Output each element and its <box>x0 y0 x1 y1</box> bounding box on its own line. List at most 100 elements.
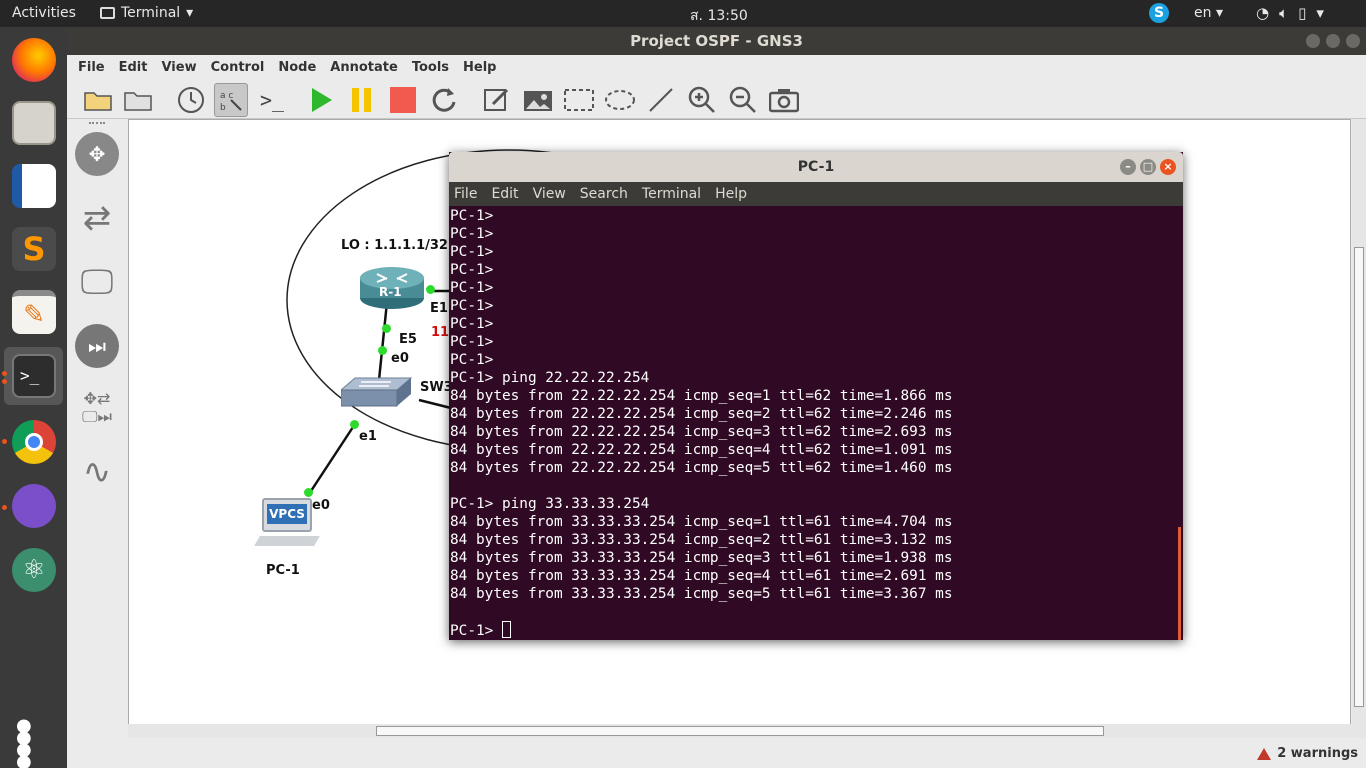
menu-help[interactable]: Help <box>715 186 747 202</box>
close-button[interactable]: × <box>1160 159 1176 175</box>
running-indicator <box>2 371 7 376</box>
volume-icon: 🔈︎ <box>1279 4 1289 22</box>
menu-tools[interactable]: Tools <box>412 60 449 75</box>
text-editor-icon: ✎ <box>12 290 56 334</box>
link-r1-sw3 <box>377 301 389 381</box>
zoom-out-icon[interactable] <box>726 83 760 117</box>
terminal-titlebar[interactable]: PC-1 – □ × <box>449 152 1183 182</box>
security-devices-category-icon[interactable]: ⏭︎ <box>75 324 119 368</box>
text-editor-launcher[interactable]: ✎ <box>4 283 63 341</box>
menu-edit[interactable]: Edit <box>491 186 518 202</box>
menu-node[interactable]: Node <box>278 60 316 75</box>
gns3-menubar: File Edit View Control Node Annotate Too… <box>67 55 1366 79</box>
grid-icon: ● ● ●● ● ●● ● ● <box>16 715 34 768</box>
end-devices-category-icon[interactable]: 🖵︎ <box>75 260 119 304</box>
scroll-thumb[interactable] <box>376 726 1104 736</box>
terminal-line: 84 bytes from 33.33.33.254 icmp_seq=4 tt… <box>450 568 953 584</box>
skype-icon[interactable]: S <box>1149 3 1169 23</box>
menu-control[interactable]: Control <box>211 60 265 75</box>
menu-view[interactable]: View <box>533 186 566 202</box>
pc-keyboard <box>254 536 320 546</box>
firefox-launcher[interactable] <box>4 31 63 89</box>
menu-file[interactable]: File <box>78 60 105 75</box>
show-applications-button[interactable]: ● ● ●● ● ●● ● ● <box>4 705 63 768</box>
close-button[interactable] <box>1346 34 1360 48</box>
minimize-button[interactable]: – <box>1120 159 1136 175</box>
terminal-launcher[interactable]: >_ <box>4 347 63 405</box>
draw-rectangle-icon[interactable] <box>562 83 596 117</box>
maximize-button[interactable] <box>1326 34 1340 48</box>
svg-text:a c: a c <box>220 91 233 101</box>
all-devices-category-icon[interactable]: ✥⇄ 🖵︎⏭︎ <box>75 386 119 430</box>
warnings-indicator[interactable]: 2 warnings <box>1257 746 1358 761</box>
menu-view[interactable]: View <box>161 60 196 75</box>
menu-search[interactable]: Search <box>580 186 628 202</box>
screenshot-icon[interactable] <box>767 83 801 117</box>
terminal-line: 84 bytes from 33.33.33.254 icmp_seq=5 tt… <box>450 586 953 602</box>
clock-icon[interactable] <box>174 83 208 117</box>
atom-launcher[interactable]: ⚛ <box>4 541 63 599</box>
terminal-line: PC-1> <box>450 226 494 242</box>
port-indicator <box>304 488 313 497</box>
switch-sw3[interactable] <box>339 376 413 408</box>
port-indicator <box>350 420 359 429</box>
terminal-line: PC-1> ping 22.22.22.254 <box>450 370 650 386</box>
draw-ellipse-icon[interactable] <box>603 83 637 117</box>
terminal-output[interactable]: PC-1> PC-1> PC-1> PC-1> PC-1> PC-1> PC-1… <box>450 207 1178 640</box>
menu-help[interactable]: Help <box>463 60 496 75</box>
add-link-icon[interactable]: ∿ <box>75 450 119 494</box>
show-interface-labels-icon[interactable]: a c b <box>214 83 248 117</box>
canvas-horizontal-scrollbar[interactable] <box>128 724 1366 738</box>
pc-vpcs-node[interactable]: VPCS <box>254 498 320 554</box>
menu-terminal[interactable]: Terminal <box>642 186 701 202</box>
open-project-icon[interactable] <box>121 83 155 117</box>
minimize-button[interactable] <box>1306 34 1320 48</box>
menu-annotate[interactable]: Annotate <box>330 60 398 75</box>
terminal-window[interactable]: PC-1 – □ × File Edit View Search Termina… <box>449 152 1183 640</box>
writer-launcher[interactable] <box>4 157 63 215</box>
new-project-icon[interactable] <box>81 83 115 117</box>
menu-file[interactable]: File <box>454 186 477 202</box>
language-indicator[interactable]: en ▾ <box>1194 5 1223 21</box>
add-note-icon[interactable] <box>480 83 514 117</box>
clock[interactable]: ส. 13:50 <box>690 5 748 27</box>
reload-icon[interactable] <box>427 83 461 117</box>
interface-label-e0: e0 <box>391 351 409 366</box>
maximize-button[interactable]: □ <box>1140 159 1156 175</box>
gns3-launcher[interactable] <box>4 477 63 535</box>
suspend-icon[interactable] <box>345 83 379 117</box>
stop-icon[interactable] <box>386 83 420 117</box>
chevron-down-icon: ▾ <box>1316 4 1324 22</box>
terminal-line: PC-1> ping 33.33.33.254 <box>450 496 650 512</box>
scroll-thumb[interactable] <box>1354 247 1364 707</box>
dock-handle[interactable] <box>89 122 105 125</box>
wifi-icon: ◔ <box>1256 4 1270 22</box>
pc-label: PC-1 <box>266 563 300 578</box>
routers-category-icon[interactable]: ✥ <box>75 132 119 176</box>
interface-label-e1: e1 <box>359 429 377 444</box>
port-indicator <box>378 346 387 355</box>
red-annotation[interactable]: 11 <box>431 325 449 340</box>
files-launcher[interactable] <box>4 94 63 152</box>
gns3-toolbar: a c b >_ <box>67 79 1366 119</box>
insert-picture-icon[interactable] <box>521 83 555 117</box>
battery-icon: ▯ <box>1298 4 1307 22</box>
switches-category-icon[interactable]: ⇄ <box>75 196 119 240</box>
terminal-scrollbar[interactable] <box>1178 527 1181 640</box>
menu-edit[interactable]: Edit <box>119 60 148 75</box>
chrome-launcher[interactable] <box>4 413 63 471</box>
zoom-in-icon[interactable] <box>685 83 719 117</box>
interface-label-e1: E1 <box>430 301 448 316</box>
system-tray[interactable]: ◔ 🔈︎ ▯ ▾ <box>1256 4 1324 22</box>
loopback-annotation[interactable]: LO : 1.1.1.1/32 <box>341 238 448 253</box>
app-menu[interactable]: Terminal ▾ <box>100 5 193 21</box>
sublime-launcher[interactable]: S <box>4 220 63 278</box>
router-r1[interactable]: R-1 <box>359 266 425 310</box>
terminal-line: PC-1> <box>450 208 494 224</box>
draw-line-icon[interactable] <box>644 83 678 117</box>
canvas-vertical-scrollbar[interactable] <box>1352 119 1366 726</box>
console-all-icon[interactable]: >_ <box>255 83 289 117</box>
running-indicator <box>2 379 7 384</box>
start-icon[interactable] <box>304 83 338 117</box>
activities-button[interactable]: Activities <box>12 5 76 21</box>
